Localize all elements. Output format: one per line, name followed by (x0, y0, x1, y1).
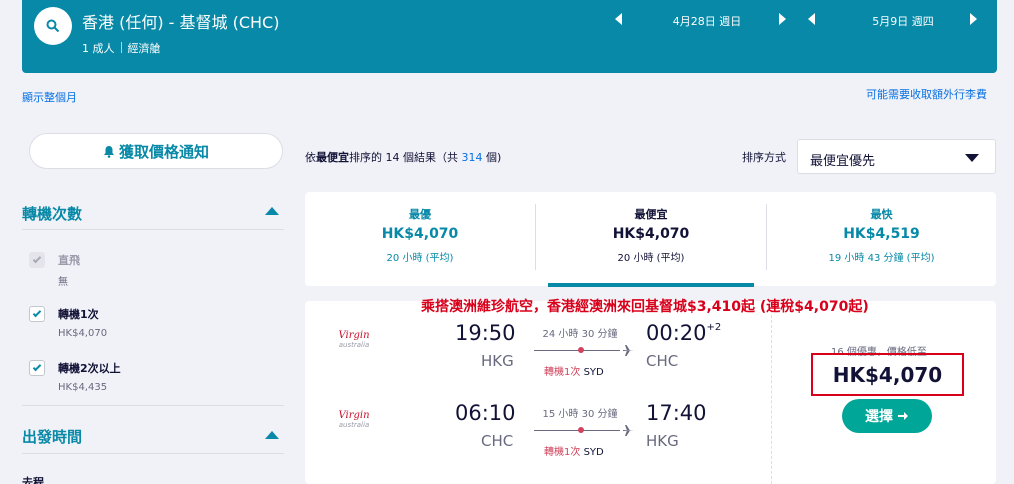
sort-label: 排序方式 (742, 151, 786, 164)
chevron-down-icon (965, 154, 979, 162)
inbound-arrival-time: 17:40 (646, 401, 707, 425)
outbound-duration: 24 小時 30 分鐘 (542, 329, 618, 340)
outbound-departure-airport: HKG (481, 352, 514, 370)
price-highlight: HK$4,070 (811, 353, 964, 396)
plane-icon (623, 425, 634, 436)
search-button[interactable] (34, 7, 72, 45)
sort-select[interactable]: 最便宜優先 (797, 139, 996, 174)
plane-icon (623, 345, 634, 356)
checkbox-two-plus-stops[interactable] (29, 360, 45, 376)
chevron-up-icon[interactable] (265, 431, 279, 439)
outbound-arrival-airport: CHC (646, 352, 679, 370)
checkmark-icon (32, 362, 42, 372)
option-direct-label: 直飛 (58, 254, 80, 267)
card-divider (771, 310, 772, 484)
outbound-departure-time: 19:50 (455, 321, 516, 345)
arrow-right-icon (898, 412, 908, 420)
return-prev-day-arrow[interactable] (808, 13, 815, 25)
return-next-day-arrow[interactable] (970, 13, 977, 25)
checkmark-icon (32, 254, 42, 264)
active-tab-indicator (548, 283, 754, 287)
depart-next-day-arrow[interactable] (779, 13, 786, 25)
results-sort-word: 最便宜 (316, 151, 349, 164)
search-icon (46, 19, 60, 33)
outbound-route-line (534, 350, 620, 351)
stop-dot (578, 347, 584, 353)
promo-banner: 乘搭澳洲維珍航空，香港經澳洲來回基督城$3,410起 (連稅$4,070起) (421, 299, 869, 315)
sort-tabs: 最優 HK$4,070 20 小時 (平均) 最便宜 HK$4,070 20 小… (305, 192, 996, 286)
tab-best-title: 最優 (409, 208, 431, 221)
airline-logo: Virgin australia (337, 410, 371, 429)
stop-dot (578, 427, 584, 433)
price-alert-button[interactable]: 獲取價格通知 (29, 133, 283, 169)
price-alert-label: 獲取價格通知 (118, 142, 209, 161)
checkbox-direct[interactable] (29, 252, 45, 268)
stops-filter-title[interactable]: 轉機次數 (22, 203, 82, 224)
inbound-duration: 15 小時 30 分鐘 (542, 409, 618, 420)
passenger-count: 1 成人 (82, 42, 115, 55)
results-total-link[interactable]: 314 (462, 151, 483, 164)
bell-icon (103, 145, 114, 158)
inbound-arrival-airport: HKG (646, 432, 679, 450)
passenger-cabin[interactable]: 1 成人 經濟艙 (82, 40, 161, 56)
checkbox-one-stop[interactable] (29, 306, 45, 322)
divider (22, 229, 284, 230)
cabin-class: 經濟艙 (127, 42, 161, 55)
option-direct-price: 無 (58, 277, 68, 288)
tab-best-price: HK$4,070 (381, 226, 459, 242)
outbound-arrival-day-offset: +2 (706, 322, 722, 333)
tab-cheapest[interactable]: 最便宜 HK$4,070 20 小時 (平均) (536, 192, 766, 286)
airline-logo-mark: Virgin (338, 410, 370, 421)
results-middle: 排序的 14 個結果（共 (349, 151, 462, 164)
divider (22, 453, 284, 454)
outbound-stops: 轉機1次 SYD (544, 363, 604, 378)
sort-select-value: 最便宜優先 (810, 154, 876, 169)
airline-logo-mark: Virgin (338, 330, 370, 341)
outbound-label: 去程 (22, 476, 44, 484)
tab-fastest-price: HK$4,519 (843, 226, 920, 242)
inbound-departure-airport: CHC (481, 432, 514, 450)
route-title[interactable]: 香港 (任何) - 基督城 (CHC) (82, 9, 279, 33)
outbound-arrival-time: 00:20+2 (646, 321, 721, 345)
inbound-via-airport: SYD (583, 447, 604, 458)
tab-cheapest-duration: 20 小時 (平均) (617, 253, 685, 264)
divider (22, 405, 284, 406)
option-one-stop-price: HK$4,070 (58, 328, 108, 339)
airline-logo: Virgin australia (337, 330, 371, 349)
outbound-stop-count: 轉機1次 (544, 367, 581, 378)
tab-cheapest-price: HK$4,070 (612, 226, 690, 242)
checkmark-icon (32, 308, 42, 318)
tab-cheapest-title: 最便宜 (634, 208, 668, 221)
select-button-label: 選擇 (865, 409, 893, 425)
return-date[interactable]: 5月9日 週四 (830, 13, 976, 29)
inbound-stop-count: 轉機1次 (544, 447, 581, 458)
price: HK$4,070 (832, 362, 943, 387)
select-button[interactable]: 選擇 (842, 399, 932, 433)
chevron-up-icon[interactable] (265, 207, 279, 215)
option-one-stop-label: 轉機1次 (58, 308, 99, 321)
tab-fastest-title: 最快 (870, 208, 893, 221)
show-whole-month-link[interactable]: 顯示整個月 (22, 89, 77, 105)
results-count: 依最便宜排序的 14 個結果（共 314 個) (305, 149, 501, 165)
option-two-plus-price: HK$4,435 (58, 382, 108, 393)
depart-prev-day-arrow[interactable] (615, 13, 622, 25)
inbound-route-line (534, 430, 620, 431)
results-prefix: 依 (305, 151, 316, 164)
search-summary-bar[interactable]: 香港 (任何) - 基督城 (CHC) 1 成人 經濟艙 4月28日 週日 5月9… (22, 0, 997, 73)
airline-logo-sub: australia (338, 341, 370, 349)
outbound-arrival-clock: 00:20 (646, 321, 707, 345)
tab-fastest-duration: 19 小時 43 分鐘 (平均) (828, 253, 935, 264)
departure-time-filter-title[interactable]: 出發時間 (22, 426, 82, 447)
results-suffix: 個) (482, 151, 502, 164)
airline-logo-sub: australia (338, 421, 370, 429)
tab-fastest[interactable]: 最快 HK$4,519 19 小時 43 分鐘 (平均) (767, 192, 996, 286)
tab-best[interactable]: 最優 HK$4,070 20 小時 (平均) (305, 192, 535, 286)
tab-best-duration: 20 小時 (平均) (386, 253, 454, 264)
depart-date[interactable]: 4月28日 週日 (634, 13, 780, 29)
outbound-via-airport: SYD (583, 367, 604, 378)
baggage-fees-link[interactable]: 可能需要收取額外行李費 (866, 86, 987, 102)
option-two-plus-label: 轉機2次以上 (58, 362, 121, 375)
inbound-departure-time: 06:10 (455, 401, 516, 425)
inbound-stops: 轉機1次 SYD (544, 443, 604, 458)
